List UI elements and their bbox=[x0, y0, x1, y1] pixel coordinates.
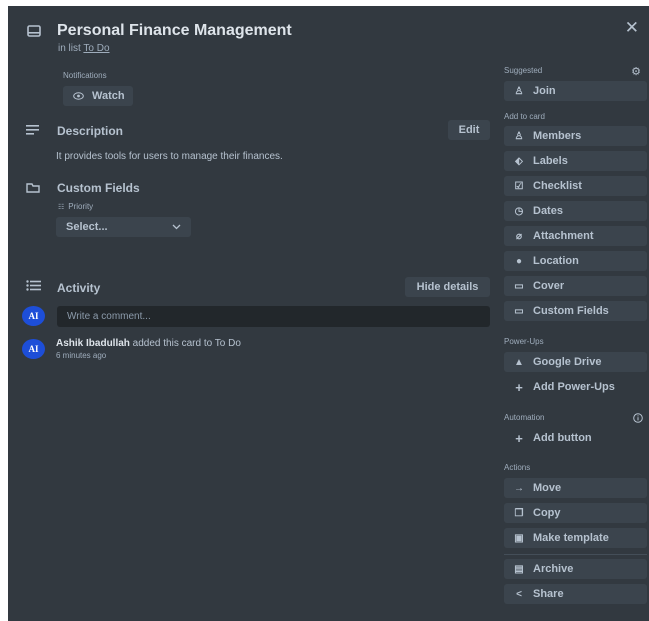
activity-user[interactable]: Ashik Ibadullah bbox=[56, 338, 130, 349]
divider bbox=[504, 554, 647, 555]
plus-icon: + bbox=[515, 430, 523, 446]
location-pin-icon: ● bbox=[515, 255, 523, 267]
power-ups-label: Power-Ups bbox=[504, 337, 544, 346]
google-drive-icon: ▲ bbox=[514, 356, 524, 368]
custom-fields-icon bbox=[25, 182, 40, 194]
share-icon: < bbox=[516, 588, 522, 600]
list-link[interactable]: To Do bbox=[83, 43, 109, 54]
add-power-ups-label: Add Power-Ups bbox=[533, 381, 615, 393]
priority-select[interactable]: Select... bbox=[56, 217, 191, 237]
copy-icon: ❐ bbox=[514, 507, 524, 519]
description-title: Description bbox=[57, 124, 124, 138]
user-icon: ♙ bbox=[514, 85, 524, 97]
make-template-label: Make template bbox=[533, 532, 609, 544]
attachment-button[interactable]: ⌀ Attachment bbox=[504, 226, 647, 246]
cover-icon: ▭ bbox=[514, 280, 524, 292]
activity-entry: Ashik Ibadullah added this card to To Do bbox=[56, 338, 241, 349]
dates-label: Dates bbox=[533, 205, 563, 217]
paperclip-icon: ⌀ bbox=[515, 230, 523, 242]
priority-icon: ☷ bbox=[58, 203, 65, 211]
plus-icon: + bbox=[515, 379, 523, 395]
join-button[interactable]: ♙ Join bbox=[504, 81, 647, 101]
edit-description-button[interactable]: Edit bbox=[448, 120, 490, 140]
arrow-right-icon: → bbox=[514, 482, 524, 494]
notifications-label: Notifications bbox=[63, 71, 107, 80]
actions-label: Actions bbox=[504, 463, 531, 472]
description-icon bbox=[25, 124, 40, 136]
labels-label: Labels bbox=[533, 155, 568, 167]
checklist-label: Checklist bbox=[533, 180, 582, 192]
add-power-ups-button[interactable]: + Add Power-Ups bbox=[504, 377, 647, 397]
card-detail-modal: Personal Finance Management in list To D… bbox=[8, 6, 649, 621]
close-icon[interactable]: ✕ bbox=[625, 18, 639, 38]
custom-fields-icon: ▭ bbox=[514, 305, 524, 317]
cover-label: Cover bbox=[533, 280, 565, 292]
archive-button[interactable]: ▤ Archive bbox=[504, 559, 647, 579]
make-template-button[interactable]: ▣ Make template bbox=[504, 528, 647, 548]
clock-icon: ◷ bbox=[514, 205, 524, 217]
suggested-label: Suggested bbox=[504, 66, 543, 75]
location-label: Location bbox=[533, 255, 579, 267]
chevron-down-icon bbox=[172, 224, 181, 230]
checklist-button[interactable]: ☑ Checklist bbox=[504, 176, 647, 196]
move-label: Move bbox=[533, 482, 562, 494]
comment-input[interactable]: Write a comment... bbox=[57, 306, 490, 327]
google-drive-label: Google Drive bbox=[533, 356, 602, 368]
template-icon: ▣ bbox=[514, 532, 524, 544]
priority-field-label: ☷ Priority bbox=[58, 202, 93, 211]
activity-avatar[interactable]: AI bbox=[22, 339, 45, 359]
attachment-label: Attachment bbox=[533, 230, 594, 242]
activity-title: Activity bbox=[57, 281, 101, 295]
tag-icon: ⬖ bbox=[515, 155, 523, 167]
watch-button[interactable]: Watch bbox=[63, 86, 133, 106]
activity-action: added this card to To Do bbox=[129, 338, 241, 349]
info-icon[interactable] bbox=[632, 412, 643, 423]
priority-label: Priority bbox=[68, 202, 94, 211]
in-list-prefix: in list bbox=[58, 43, 81, 54]
google-drive-button[interactable]: ▲ Google Drive bbox=[504, 352, 647, 372]
members-label: Members bbox=[533, 130, 582, 142]
share-button[interactable]: < Share bbox=[504, 584, 647, 604]
hide-details-button[interactable]: Hide details bbox=[405, 277, 490, 297]
in-list-text: in list To Do bbox=[58, 43, 110, 54]
custom-fields-button[interactable]: ▭ Custom Fields bbox=[504, 301, 647, 321]
checkbox-icon: ☑ bbox=[514, 180, 524, 192]
members-button[interactable]: ♙ Members bbox=[504, 126, 647, 146]
dates-button[interactable]: ◷ Dates bbox=[504, 201, 647, 221]
move-button[interactable]: → Move bbox=[504, 478, 647, 498]
gear-icon[interactable]: ⚙ bbox=[630, 65, 642, 78]
share-label: Share bbox=[533, 588, 564, 600]
add-automation-button[interactable]: + Add button bbox=[504, 428, 647, 448]
card-icon bbox=[26, 24, 42, 38]
copy-button[interactable]: ❐ Copy bbox=[504, 503, 647, 523]
archive-label: Archive bbox=[533, 563, 574, 575]
location-button[interactable]: ● Location bbox=[504, 251, 647, 271]
custom-fields-title: Custom Fields bbox=[57, 181, 140, 195]
priority-select-value: Select... bbox=[66, 221, 108, 233]
cover-button[interactable]: ▭ Cover bbox=[504, 276, 647, 296]
custom-fields-label: Custom Fields bbox=[533, 305, 609, 317]
watch-label: Watch bbox=[92, 90, 125, 102]
archive-icon: ▤ bbox=[514, 563, 524, 575]
card-title: Personal Finance Management bbox=[57, 22, 292, 39]
labels-button[interactable]: ⬖ Labels bbox=[504, 151, 647, 171]
add-button-label: Add button bbox=[533, 432, 592, 444]
avatar[interactable]: AI bbox=[22, 306, 45, 326]
add-to-card-label: Add to card bbox=[504, 112, 545, 121]
activity-icon bbox=[25, 279, 41, 291]
user-icon: ♙ bbox=[514, 130, 524, 142]
join-label: Join bbox=[533, 85, 556, 97]
automation-label: Automation bbox=[504, 413, 545, 422]
copy-label: Copy bbox=[533, 507, 561, 519]
eye-icon bbox=[73, 92, 84, 100]
description-text: It provides tools for users to manage th… bbox=[56, 151, 283, 162]
activity-time[interactable]: 6 minutes ago bbox=[56, 351, 106, 360]
